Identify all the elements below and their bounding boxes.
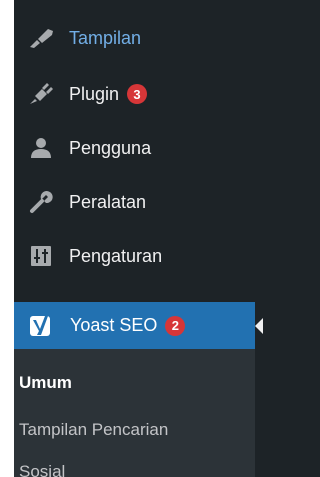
menu-item-label: Pengguna [69,137,152,158]
update-count-badge: 3 [127,84,148,104]
yoast-submenu: Umum Tampilan Pencarian Sosial [14,349,255,477]
admin-sidebar-menu: Tampilan Plugin 3 Pengguna Peralatan Pen… [14,0,263,477]
submenu-item-sosial[interactable]: Sosial [19,462,65,477]
plugin-icon [26,79,56,109]
notification-count-badge: 2 [165,315,186,336]
menu-item-label: Tampilan [69,27,142,48]
menu-item-pengaturan[interactable]: Pengaturan [14,236,255,276]
menu-item-label: Yoast SEO [70,315,158,335]
menu-item-yoast-seo[interactable]: Yoast SEO 2 [14,302,263,349]
sliders-icon [26,241,56,271]
menu-item-label: Pengaturan [69,245,163,266]
menu-item-pengguna[interactable]: Pengguna [14,128,255,168]
yoast-icon [26,311,56,341]
menu-item-label: Peralatan [69,191,147,212]
submenu-item-tampilan-pencarian[interactable]: Tampilan Pencarian [19,420,168,440]
menu-item-label: Plugin [69,83,120,104]
current-menu-arrow [255,318,263,334]
menu-item-plugin[interactable]: Plugin 3 [14,74,255,114]
paintbrush-icon [26,23,56,53]
users-icon [26,133,56,163]
menu-item-peralatan[interactable]: Peralatan [14,182,255,222]
submenu-item-umum[interactable]: Umum [19,373,72,393]
page-edge [0,0,14,477]
menu-item-tampilan[interactable]: Tampilan [14,18,255,58]
wrench-icon [26,187,56,217]
